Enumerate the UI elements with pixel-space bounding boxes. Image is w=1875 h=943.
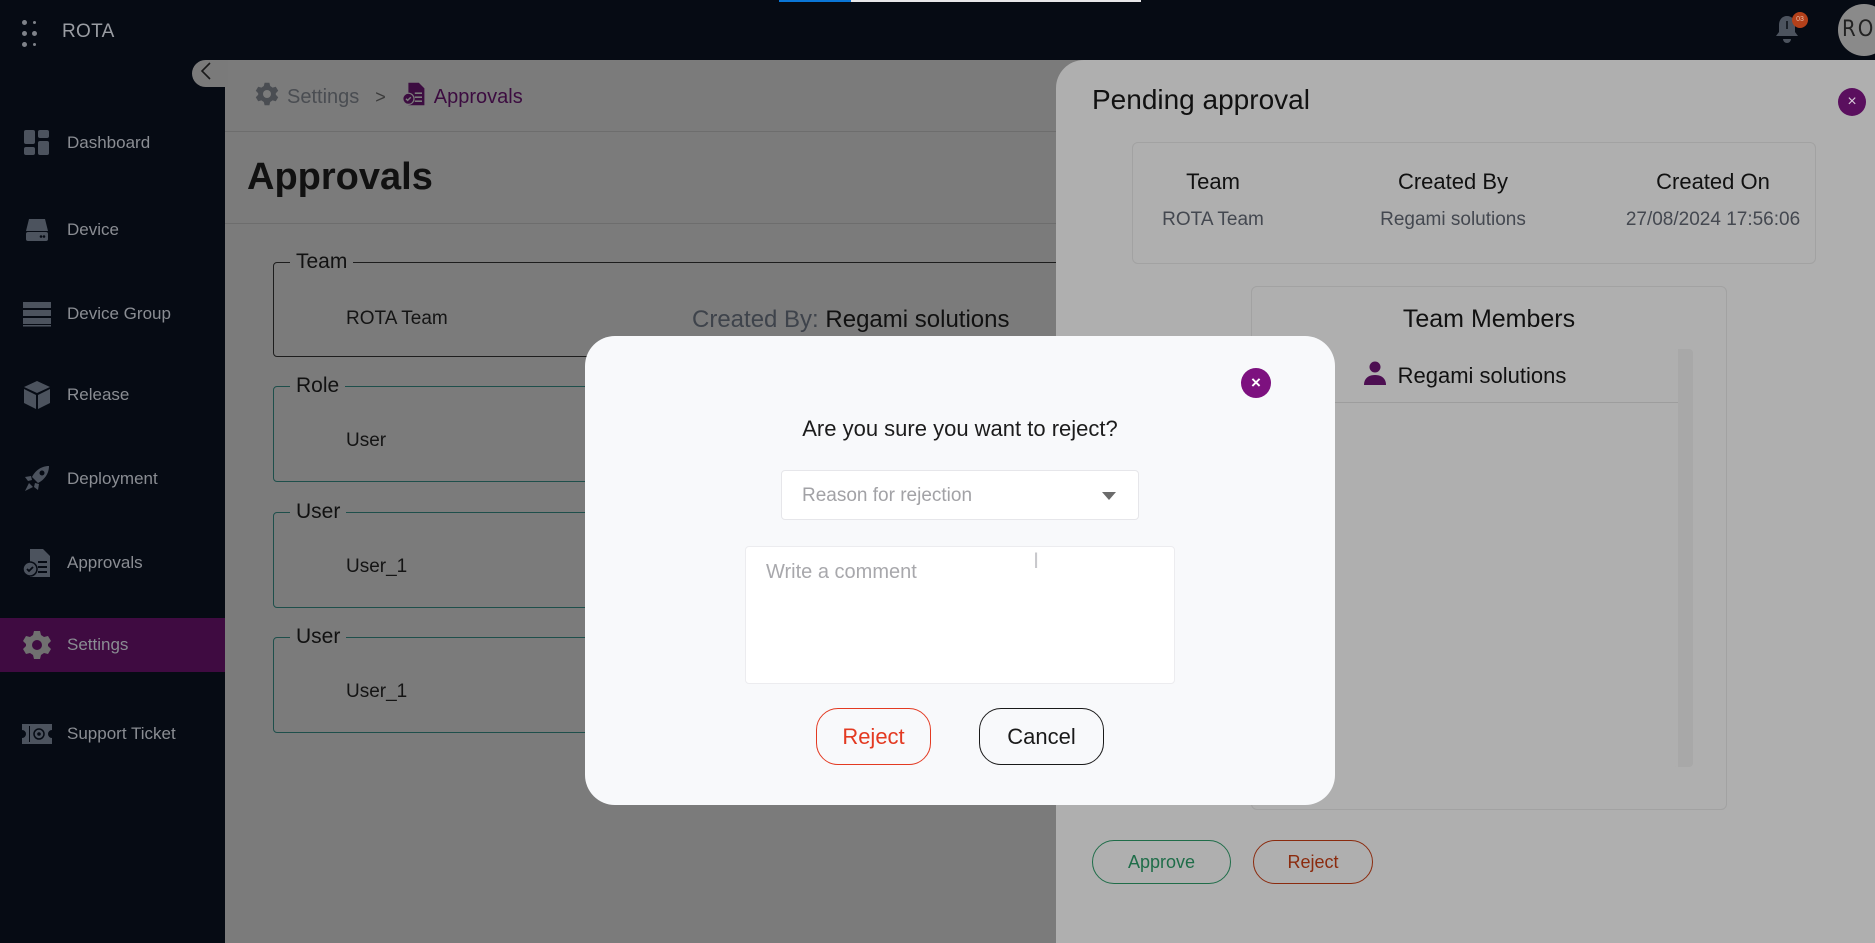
info-value: Regami solutions	[1380, 209, 1526, 230]
info-header: Team	[1186, 169, 1240, 194]
app-menu-icon[interactable]	[22, 20, 42, 48]
sidebar-item-device-group[interactable]: Device Group	[0, 287, 225, 341]
sidebar-item-release[interactable]: Release	[0, 368, 225, 422]
rejection-reason-select[interactable]: Reason for rejection	[781, 470, 1139, 520]
ticket-icon	[22, 719, 52, 749]
sidebar-item-label: Approvals	[67, 553, 143, 572]
created-by-label: Created By:	[692, 306, 819, 333]
role-section-legend: Role	[296, 374, 340, 397]
panel-close-button[interactable]: ×	[1838, 88, 1866, 116]
user-section-legend: User	[296, 625, 341, 648]
role-value: User	[346, 430, 387, 451]
approvals-document-icon	[401, 82, 426, 112]
close-icon: ×	[1251, 373, 1261, 392]
comment-textarea[interactable]	[745, 546, 1175, 684]
created-by: Created By: Regami solutions	[692, 306, 1010, 334]
info-value: 27/08/2024 17:56:06	[1625, 209, 1801, 230]
sidebar-item-deployment[interactable]: Deployment	[0, 452, 225, 506]
device-group-icon	[22, 299, 52, 329]
app-title: ROTA	[62, 21, 115, 42]
sidebar-item-label: Deployment	[67, 469, 158, 488]
sidebar-item-settings[interactable]: Settings	[0, 618, 225, 672]
caret-down-icon	[1102, 492, 1116, 500]
notification-count-badge: 03	[1792, 12, 1808, 28]
info-header: Created By	[1397, 169, 1509, 194]
text-cursor-icon: I	[1032, 548, 1040, 573]
device-icon	[22, 215, 52, 245]
user-avatar[interactable]: ROTA	[1838, 4, 1875, 56]
sidebar-item-label: Support Ticket	[67, 724, 176, 743]
top-bar: ROTA 03 ROTA	[0, 0, 1875, 60]
breadcrumb-separator: >	[375, 86, 386, 107]
approvals-document-icon	[22, 548, 52, 578]
approval-info-card: Team ROTA Team Created By Regami solutio…	[1132, 142, 1816, 264]
user-section-legend: User	[296, 500, 341, 523]
modal-close-button[interactable]: ×	[1241, 368, 1271, 398]
member-name: Regami solutions	[1397, 362, 1567, 388]
info-header: Created On	[1656, 169, 1770, 194]
release-box-icon	[22, 380, 52, 410]
sidebar-item-label: Dashboard	[67, 133, 151, 152]
cancel-button[interactable]: Cancel	[979, 708, 1104, 765]
panel-title: Pending approval	[1092, 84, 1310, 115]
chevron-left-icon	[200, 60, 212, 85]
loading-progress-bar	[779, 0, 1141, 2]
sidebar-item-approvals[interactable]: Approvals	[0, 536, 225, 590]
user-value: User_1	[346, 681, 408, 702]
loading-progress-fill	[779, 0, 852, 2]
approve-button[interactable]: Approve	[1092, 840, 1231, 884]
team-section-legend: Team	[296, 250, 348, 273]
sidebar-item-label: Device Group	[67, 304, 171, 323]
sidebar-item-label: Settings	[67, 635, 129, 654]
breadcrumb-settings-link[interactable]: Settings	[287, 86, 359, 109]
sidebar-item-label: Device	[67, 220, 119, 239]
info-column-created-by: Created By Regami solutions	[1353, 169, 1553, 231]
rejection-reason-placeholder: Reason for rejection	[802, 485, 973, 506]
gear-icon	[22, 630, 52, 660]
rocket-icon	[22, 464, 52, 494]
gear-icon	[255, 82, 279, 112]
breadcrumb-approvals-current: Approvals	[433, 85, 523, 108]
page-title: Approvals	[247, 156, 433, 198]
members-scrollbar[interactable]	[1678, 349, 1693, 767]
sidebar: Dashboard Device Device Group Release De…	[0, 60, 225, 943]
created-by-value: Regami solutions	[825, 306, 1010, 333]
sidebar-item-label: Release	[67, 385, 130, 404]
modal-question: Are you sure you want to reject?	[802, 416, 1118, 441]
reject-confirmation-modal: × Are you sure you want to reject? Reaso…	[585, 336, 1335, 805]
info-value: ROTA Team	[1162, 209, 1264, 230]
close-icon: ×	[1847, 93, 1857, 110]
team-name-value: ROTA Team	[346, 308, 448, 329]
sidebar-item-device[interactable]: Device	[0, 203, 225, 257]
breadcrumb: Settings > Approvals	[255, 82, 523, 112]
info-column-team: Team ROTA Team	[1133, 169, 1293, 231]
sidebar-item-dashboard[interactable]: Dashboard	[0, 116, 225, 170]
reject-button[interactable]: Reject	[1253, 840, 1373, 884]
user-icon	[1363, 361, 1386, 391]
dashboard-icon	[22, 128, 52, 158]
confirm-reject-button[interactable]: Reject	[816, 708, 931, 765]
team-members-title: Team Members	[1402, 305, 1576, 333]
sidebar-item-support-ticket[interactable]: Support Ticket	[0, 707, 225, 761]
user-value: User_1	[346, 556, 408, 577]
info-column-created-on: Created On 27/08/2024 17:56:06	[1613, 169, 1813, 231]
sidebar-collapse-button[interactable]	[192, 60, 228, 87]
